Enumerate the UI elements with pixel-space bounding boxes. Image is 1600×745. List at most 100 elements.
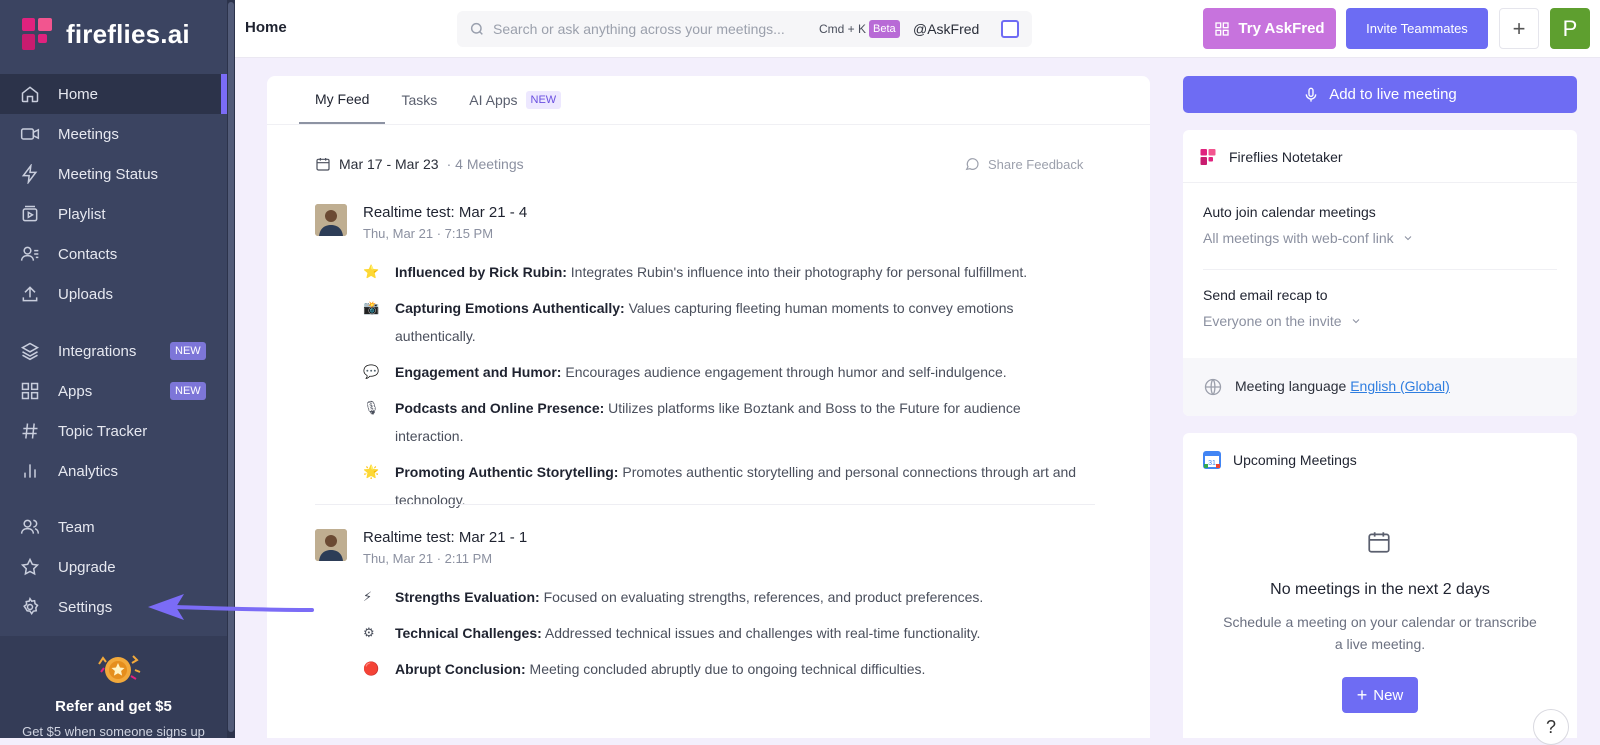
google-calendar-icon: 31	[1203, 451, 1221, 469]
upcoming-title: Upcoming Meetings	[1233, 452, 1357, 468]
divider	[267, 124, 1150, 125]
contacts-icon	[20, 246, 39, 261]
try-askfred-button[interactable]: Try AskFred	[1203, 8, 1336, 49]
list-item: ⭐ Influenced by Rick Rubin: Integrates Ru…	[363, 258, 1083, 286]
list-item: 📸 Capturing Emotions Authentically: Value…	[363, 294, 1083, 350]
sidebar-item-meetings[interactable]: Meetings	[0, 114, 227, 154]
list-item: 💬 Engagement and Humor: Encourages audien…	[363, 358, 1083, 386]
new-badge: NEW	[170, 382, 206, 400]
meeting-language-label: Meeting language	[1235, 378, 1347, 394]
bullet-text: Addressed technical issues and challenge…	[541, 625, 981, 641]
sidebar-item-integrations[interactable]: Integrations NEW	[0, 331, 227, 371]
list-item: 🌟 Promoting Authentic Storytelling: Promo…	[363, 458, 1083, 514]
askfred-label: @AskFred	[913, 21, 980, 37]
refer-banner[interactable]: Refer and get $5 Get $5 when someone sig…	[0, 636, 227, 738]
tab-my-feed[interactable]: My Feed	[299, 76, 386, 124]
meeting-language-link[interactable]: English (Global)	[1350, 378, 1450, 394]
sidebar-item-apps[interactable]: Apps NEW	[0, 371, 227, 411]
search-icon	[470, 22, 483, 35]
camera-emoji-icon: 📸	[363, 300, 380, 315]
invite-teammates-button[interactable]: Invite Teammates	[1346, 8, 1488, 49]
tab-tasks[interactable]: Tasks	[385, 76, 453, 124]
bullet-heading: Technical Challenges:	[395, 625, 542, 641]
microphone-emoji-icon: 🎙	[363, 400, 380, 415]
sidebar-item-label: Integrations	[58, 342, 137, 360]
upload-icon	[22, 286, 38, 302]
bullet-heading: Capturing Emotions Authentically:	[395, 300, 625, 316]
sidebar-item-topic-tracker[interactable]: Topic Tracker	[0, 411, 227, 451]
add-button[interactable]: +	[1499, 8, 1539, 49]
divider	[1183, 182, 1577, 183]
sidebar-item-analytics[interactable]: Analytics	[0, 451, 227, 491]
sidebar: fireflies.ai Home Meetings Meeting Statu…	[0, 0, 235, 738]
grid-icon	[21, 382, 39, 400]
meeting-header: Realtime test: Mar 21 - 4 Thu, Mar 21 · …	[315, 204, 1105, 244]
sidebar-item-label: Meeting Status	[58, 165, 159, 183]
add-to-live-meeting-button[interactable]: Add to live meeting	[1183, 76, 1577, 113]
user-avatar[interactable]: P	[1550, 8, 1590, 49]
search-bar[interactable]: Search or ask anything across your meeti…	[457, 11, 1032, 47]
auto-join-dropdown[interactable]: All meetings with web-conf link	[1203, 230, 1414, 246]
auto-join-value: All meetings with web-conf link	[1203, 230, 1394, 246]
sidebar-item-home[interactable]: Home	[0, 74, 227, 114]
meeting-title[interactable]: Realtime test: Mar 21 - 4	[363, 204, 527, 221]
sidebar-item-label: Analytics	[58, 462, 119, 480]
bullet-heading: Engagement and Humor:	[395, 364, 562, 380]
bullet-heading: Podcasts and Online Presence:	[395, 400, 605, 416]
page-title: Home	[245, 19, 287, 36]
medal-icon	[98, 655, 141, 683]
sidebar-item-uploads[interactable]: Uploads	[0, 274, 227, 314]
meeting-card[interactable]: Realtime test: Mar 21 - 1 Thu, Mar 21 · …	[315, 529, 1105, 569]
divider	[1203, 269, 1557, 270]
auto-join-label: Auto join calendar meetings	[1203, 204, 1376, 220]
sidebar-item-label: Contacts	[58, 245, 118, 263]
meeting-card[interactable]: Realtime test: Mar 21 - 4 Thu, Mar 21 · …	[315, 204, 1105, 244]
share-feedback-link[interactable]: Share Feedback	[964, 156, 1083, 172]
beta-badge: Beta	[869, 20, 900, 38]
email-recap-dropdown[interactable]: Everyone on the invite	[1203, 313, 1362, 329]
askfred-checkbox[interactable]	[1001, 20, 1019, 38]
meeting-language-row: Meeting language English (Global)	[1183, 358, 1577, 416]
meeting-title[interactable]: Realtime test: Mar 21 - 1	[363, 529, 527, 546]
calendar-icon	[1368, 532, 1390, 553]
notetaker-panel: Fireflies Notetaker Auto join calendar m…	[1183, 130, 1577, 416]
layers-icon	[20, 342, 40, 361]
star-emoji-icon: ⭐	[363, 264, 380, 279]
sidebar-item-label: Settings	[58, 598, 113, 616]
date-range-text: Mar 17 - Mar 23	[339, 156, 439, 172]
sidebar-scrollbar[interactable]	[227, 0, 235, 738]
tab-label: Tasks	[401, 92, 438, 108]
meeting-time: Thu, Mar 21 · 2:11 PM	[363, 551, 493, 566]
logo[interactable]: fireflies.ai	[20, 16, 190, 52]
video-icon	[20, 128, 40, 140]
sidebar-item-meeting-status[interactable]: Meeting Status	[0, 154, 227, 194]
empty-state-subtitle: Schedule a meeting on your calendar or t…	[1223, 614, 1537, 652]
notetaker-header: Fireflies Notetaker	[1199, 148, 1343, 166]
analytics-icon	[24, 464, 36, 478]
avatar	[315, 529, 347, 561]
feed-card: My Feed Tasks AI Apps NEW Mar 17 - Mar 23…	[267, 76, 1150, 738]
sidebar-item-contacts[interactable]: Contacts	[0, 234, 227, 274]
meeting-language: Meeting language English (Global)	[1235, 378, 1450, 394]
search-input[interactable]: Search or ask anything across your meeti…	[493, 21, 785, 37]
new-badge: NEW	[525, 91, 562, 109]
avatar	[315, 204, 347, 236]
help-button[interactable]: ?	[1533, 709, 1569, 745]
refer-title: Refer and get $5	[55, 698, 172, 715]
email-recap-value: Everyone on the invite	[1203, 313, 1342, 329]
sidebar-item-team[interactable]: Team	[0, 507, 227, 547]
sidebar-item-upgrade[interactable]: Upgrade	[0, 547, 227, 587]
sidebar-item-playlist[interactable]: Playlist	[0, 194, 227, 234]
globe-icon	[1204, 378, 1222, 396]
red-circle-emoji-icon: 🔴	[363, 661, 380, 676]
tab-ai-apps[interactable]: AI Apps NEW	[453, 76, 577, 124]
try-askfred-label: Try AskFred	[1238, 20, 1325, 37]
feed-tabs: My Feed Tasks AI Apps NEW	[299, 76, 577, 124]
meeting-count: · 4 Meetings	[446, 156, 524, 172]
bullet-text: Meeting concluded abruptly due to ongoin…	[525, 661, 926, 677]
bullet-heading: Strengths Evaluation:	[395, 589, 540, 605]
bullet-heading: Abrupt Conclusion:	[395, 661, 526, 677]
annotation-arrow-icon	[148, 594, 314, 620]
fireflies-logo-icon	[1200, 149, 1216, 165]
new-meeting-button[interactable]: + New	[1342, 677, 1418, 713]
